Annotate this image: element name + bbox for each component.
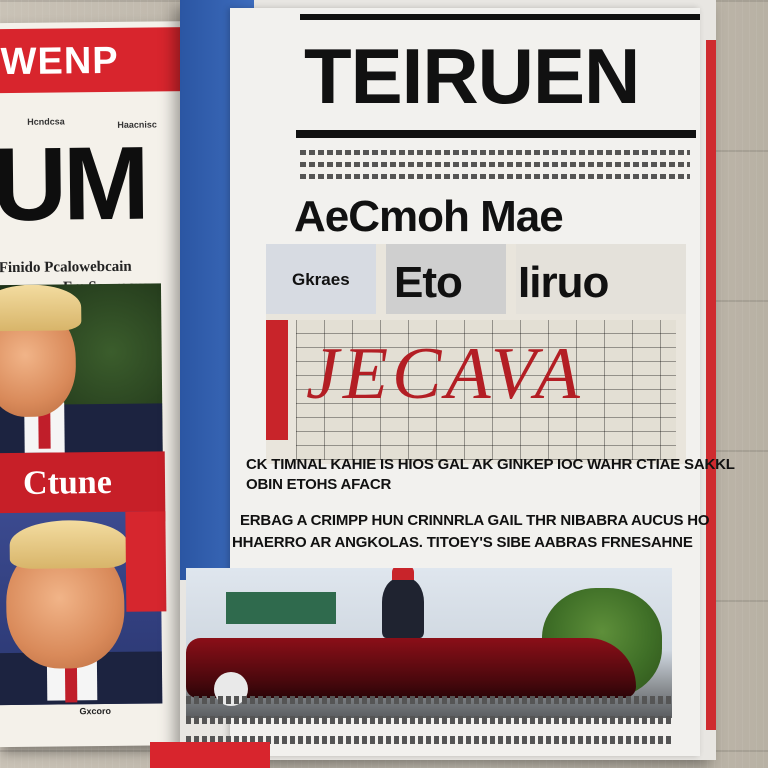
magazine-big-title: UM — [0, 125, 147, 244]
collage-red-scrawl: JECAVA — [306, 333, 584, 415]
collage-label-right: Iiruo — [518, 258, 609, 307]
person — [382, 578, 424, 638]
magazine-subtitle-1: Finido Pcalowebcain — [0, 258, 132, 277]
hair — [0, 284, 82, 332]
footer-print — [186, 696, 672, 704]
collage-label-center: Eto — [394, 258, 463, 307]
bottom-red-tab — [150, 742, 270, 768]
newspaper-headline: AeCmoh Mae — [294, 192, 564, 241]
fine-print-row — [300, 150, 690, 155]
photo-caption: Gxcoro — [79, 705, 111, 717]
body-text-line: OBIN ETOHS AFACR — [246, 476, 392, 493]
masthead-rule — [296, 130, 696, 138]
newspaper-masthead: TEIRUEN — [304, 32, 640, 120]
collage-red-bar — [266, 320, 288, 440]
hair — [9, 519, 128, 570]
magazine-brand: WENP — [0, 39, 119, 84]
body-text-line: HHAERRO AR ANGKOLAS. TITOEY'S SIBE AABRA… — [232, 534, 693, 551]
red-banner-text: Ctune — [22, 463, 113, 502]
footer-print — [186, 716, 672, 724]
flag-stripe — [125, 511, 167, 612]
collage-label-left: Gkraes — [292, 270, 350, 289]
fine-print-row — [300, 174, 690, 179]
red-cap — [392, 568, 414, 580]
body-text-line: CK TIMNAL KAHIE IS HIOS GAL AK GINKEP IO… — [246, 456, 735, 473]
vehicle-equipment — [226, 592, 336, 624]
red-car — [186, 638, 636, 698]
body-text-line: ERBAG A CRIMPP HUN CRINNRLA GAIL THR NIB… — [240, 512, 710, 529]
red-edge — [706, 40, 716, 730]
photo-collage: Gkraes Eto Iiruo JECAVA — [266, 244, 686, 464]
portrait-photo-top — [0, 283, 163, 456]
top-rule — [300, 14, 700, 20]
fine-print-row — [300, 162, 690, 167]
